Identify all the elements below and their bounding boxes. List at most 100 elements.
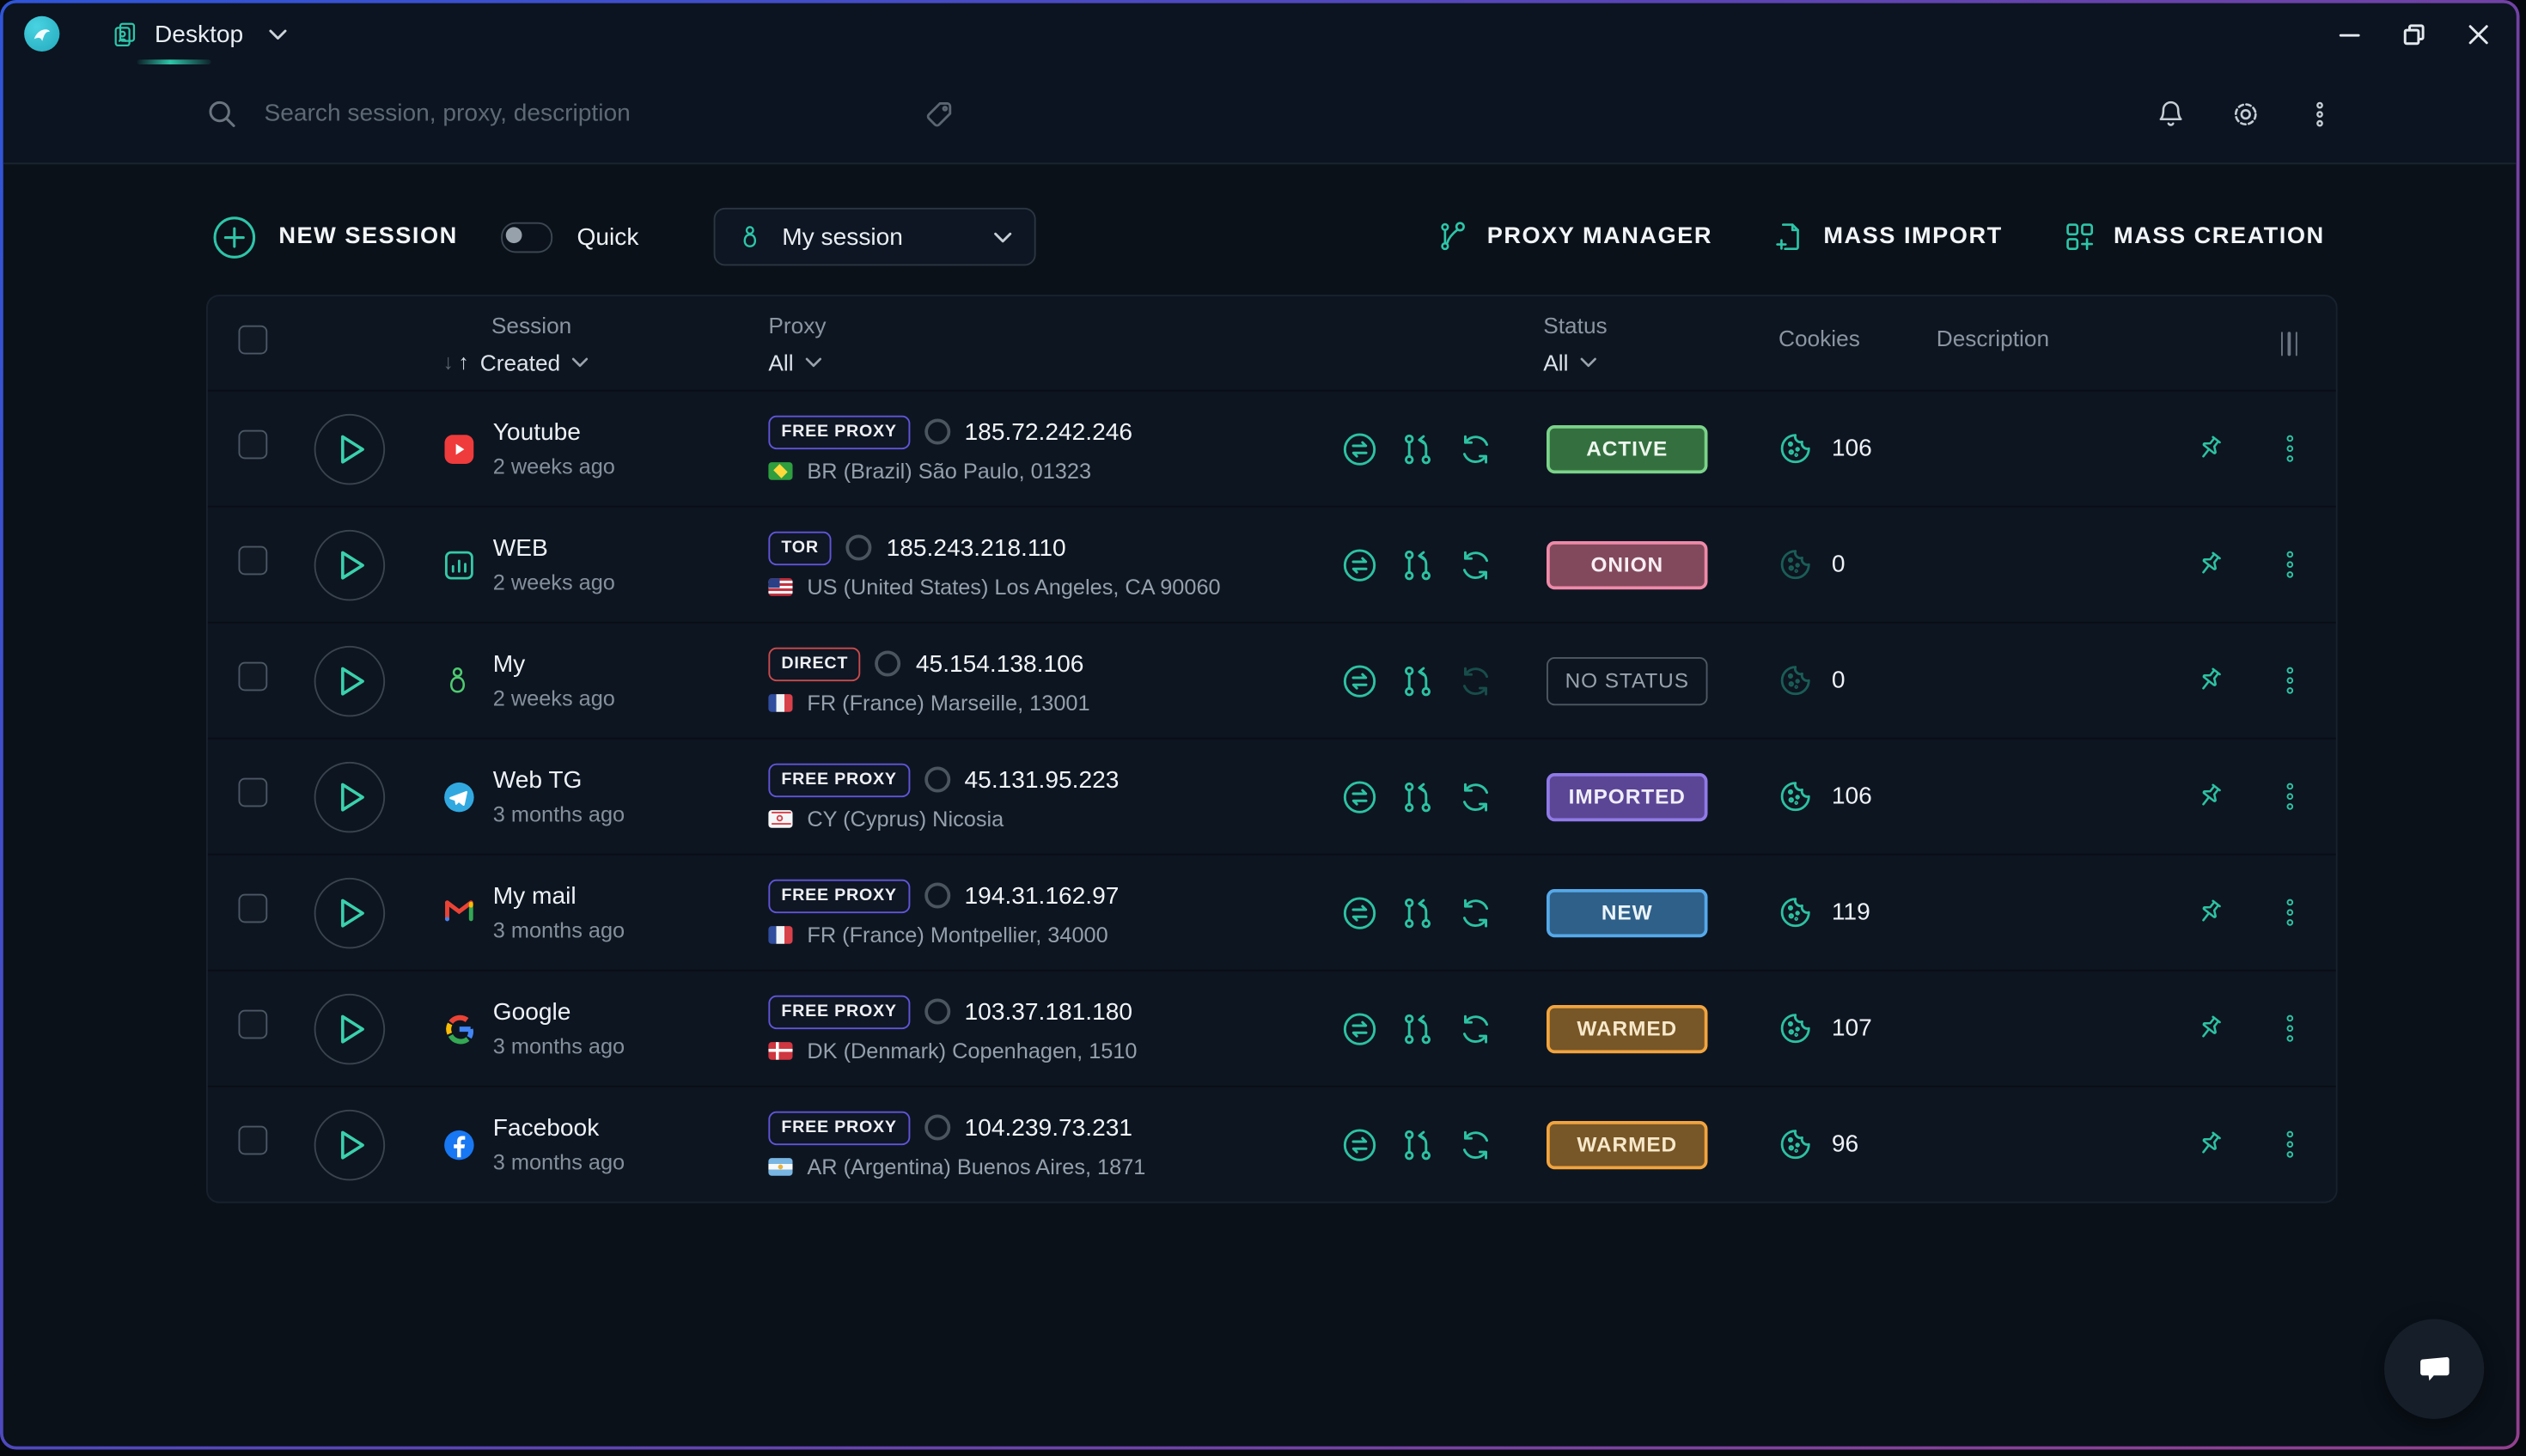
transfer-session-button[interactable] — [1342, 1011, 1377, 1046]
table-row[interactable]: Facebook 3 months ago FREE PROXY 104.239… — [208, 1086, 2336, 1202]
tab-desktop[interactable]: Desktop — [98, 3, 312, 64]
row-checkbox[interactable] — [239, 430, 268, 460]
row-menu-button[interactable] — [2278, 781, 2302, 812]
proxy-chain-button[interactable] — [1400, 663, 1435, 698]
proxy-ip: 45.131.95.223 — [965, 766, 1120, 794]
more-options-kebab-icon[interactable] — [2305, 99, 2334, 128]
proxy-chain-button[interactable] — [1400, 1011, 1435, 1046]
sort-created-control[interactable]: ↓↑ Created — [401, 349, 723, 375]
row-checkbox[interactable] — [239, 778, 268, 807]
row-menu-button[interactable] — [2278, 665, 2302, 696]
proxy-chain-button[interactable] — [1400, 547, 1435, 582]
tag-filter-icon[interactable] — [924, 99, 954, 128]
refresh-proxy-button[interactable] — [1458, 895, 1493, 930]
session-owner-dropdown[interactable]: My session — [715, 208, 1037, 266]
cookies-icon — [1779, 1128, 1812, 1161]
proxy-filter-control[interactable]: All — [723, 349, 1297, 375]
pin-session-button[interactable] — [2194, 433, 2225, 464]
pin-session-button[interactable] — [2194, 1013, 2225, 1044]
row-checkbox[interactable] — [239, 546, 268, 576]
search-header — [3, 64, 2517, 164]
play-session-button[interactable] — [314, 993, 386, 1064]
status-badge[interactable]: WARMED — [1547, 1120, 1708, 1168]
row-menu-button[interactable] — [2278, 433, 2302, 464]
proxy-chain-button[interactable] — [1400, 1127, 1435, 1162]
new-session-label: NEW SESSION — [278, 224, 457, 250]
transfer-session-button[interactable] — [1342, 1127, 1377, 1162]
row-checkbox[interactable] — [239, 894, 268, 923]
pin-session-button[interactable] — [2194, 781, 2225, 812]
pin-session-button[interactable] — [2194, 897, 2225, 928]
pin-session-button[interactable] — [2194, 665, 2225, 696]
proxy-chain-button[interactable] — [1400, 431, 1435, 466]
row-checkbox[interactable] — [239, 1126, 268, 1155]
support-chat-button[interactable] — [2384, 1319, 2484, 1419]
proxy-location: CY (Cyprus) Nicosia — [807, 806, 1004, 830]
transfer-session-button[interactable] — [1342, 779, 1377, 814]
tab-label: Desktop — [155, 20, 243, 47]
close-window-button[interactable] — [2468, 23, 2489, 44]
status-filter-control[interactable]: All — [1506, 349, 1748, 375]
play-session-button[interactable] — [314, 761, 386, 832]
table-row[interactable]: Google 3 months ago FREE PROXY 103.37.18… — [208, 970, 2336, 1086]
proxy-ip: 104.239.73.231 — [965, 1114, 1133, 1142]
play-session-button[interactable] — [314, 877, 386, 948]
play-session-button[interactable] — [314, 645, 386, 716]
transfer-session-button[interactable] — [1342, 663, 1377, 698]
refresh-proxy-button[interactable] — [1458, 431, 1493, 466]
row-menu-button[interactable] — [2278, 549, 2302, 580]
status-badge[interactable]: ACTIVE — [1547, 424, 1708, 472]
proxy-location: FR (France) Marseille, 13001 — [807, 690, 1089, 714]
columns-settings-icon[interactable] — [2167, 331, 2336, 355]
proxy-chain-button[interactable] — [1400, 895, 1435, 930]
quick-toggle[interactable] — [501, 222, 552, 253]
row-menu-button[interactable] — [2278, 1129, 2302, 1160]
status-badge[interactable]: IMPORTED — [1547, 772, 1708, 820]
session-name: Youtube — [493, 419, 615, 447]
transfer-session-button[interactable] — [1342, 431, 1377, 466]
proxy-chain-button[interactable] — [1400, 779, 1435, 814]
row-menu-button[interactable] — [2278, 897, 2302, 928]
status-badge[interactable]: NO STATUS — [1547, 656, 1708, 704]
table-row[interactable]: My mail 3 months ago FREE PROXY 194.31.1… — [208, 854, 2336, 970]
restore-window-button[interactable] — [2404, 23, 2425, 44]
session-type-icon — [443, 432, 476, 465]
table-row[interactable]: Web TG 3 months ago FREE PROXY 45.131.95… — [208, 738, 2336, 854]
status-badge[interactable]: WARMED — [1547, 1004, 1708, 1052]
refresh-proxy-button[interactable] — [1458, 547, 1493, 582]
row-checkbox[interactable] — [239, 1010, 268, 1039]
status-badge[interactable]: NEW — [1547, 888, 1708, 936]
table-header: Session ↓↑ Created Proxy All — [208, 296, 2336, 392]
refresh-proxy-button[interactable] — [1458, 1127, 1493, 1162]
proxy-manager-button[interactable]: PROXY MANAGER — [1437, 221, 1712, 253]
table-row[interactable]: Youtube 2 weeks ago FREE PROXY 185.72.24… — [208, 392, 2336, 506]
notifications-bell-icon[interactable] — [2156, 98, 2187, 129]
proxy-ip: 194.31.162.97 — [965, 882, 1120, 910]
settings-gear-icon[interactable] — [2230, 97, 2262, 130]
session-name: Google — [493, 999, 625, 1027]
play-session-button[interactable] — [314, 529, 386, 600]
table-row[interactable]: WEB 2 weeks ago TOR 185.243.218.110 US (… — [208, 506, 2336, 622]
transfer-session-button[interactable] — [1342, 895, 1377, 930]
status-filter-value: All — [1543, 349, 1568, 375]
new-session-button[interactable]: NEW SESSION — [213, 215, 458, 259]
status-badge[interactable]: ONION — [1547, 540, 1708, 588]
refresh-proxy-button[interactable] — [1458, 663, 1493, 698]
transfer-session-button[interactable] — [1342, 547, 1377, 582]
column-cookies: Cookies — [1748, 325, 1906, 350]
search-input[interactable] — [261, 98, 912, 129]
play-session-button[interactable] — [314, 1109, 386, 1180]
pin-session-button[interactable] — [2194, 549, 2225, 580]
select-all-checkbox[interactable] — [239, 325, 268, 354]
row-checkbox[interactable] — [239, 662, 268, 691]
row-menu-button[interactable] — [2278, 1013, 2302, 1044]
session-type-icon — [443, 548, 476, 581]
mass-import-button[interactable]: MASS IMPORT — [1773, 221, 2002, 253]
play-session-button[interactable] — [314, 413, 386, 484]
mass-creation-button[interactable]: MASS CREATION — [2064, 221, 2325, 253]
refresh-proxy-button[interactable] — [1458, 1011, 1493, 1046]
minimize-button[interactable] — [2340, 23, 2360, 44]
table-row[interactable]: My 2 weeks ago DIRECT 45.154.138.106 FR … — [208, 622, 2336, 738]
refresh-proxy-button[interactable] — [1458, 779, 1493, 814]
pin-session-button[interactable] — [2194, 1129, 2225, 1160]
